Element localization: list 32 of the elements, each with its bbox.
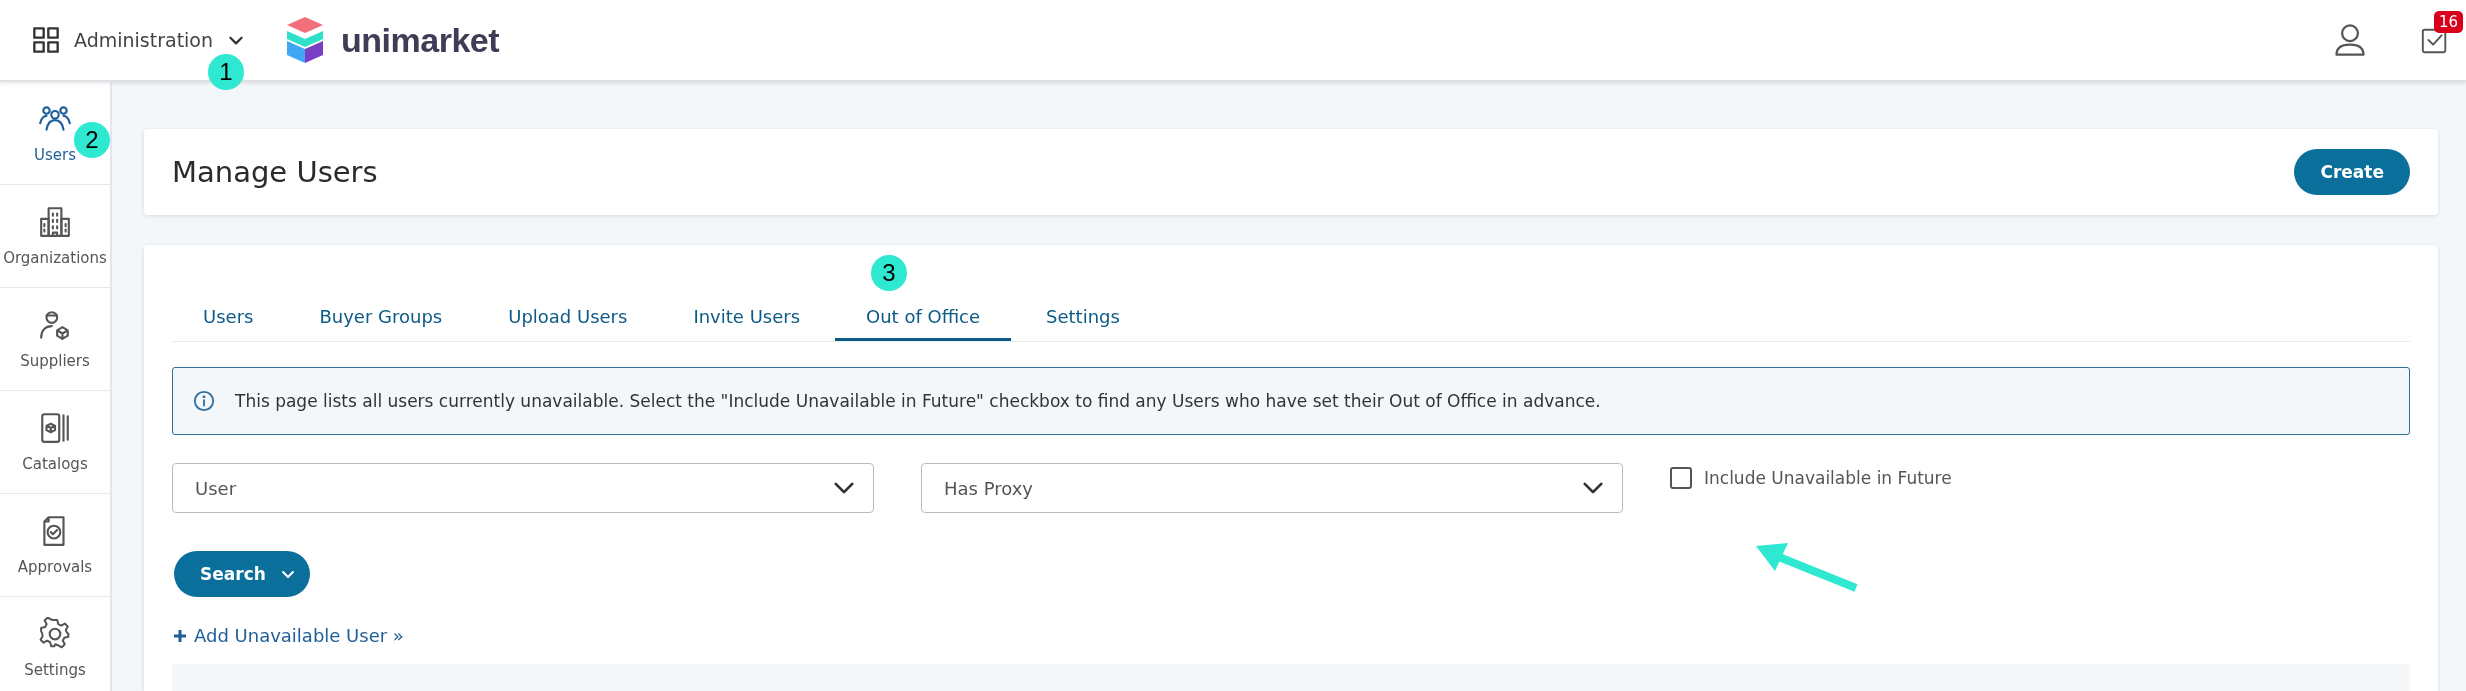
person-box-icon [38, 308, 72, 342]
app-menu[interactable]: Administration [32, 26, 246, 54]
brand-name: unimarket [341, 20, 500, 60]
sidebar-item[interactable]: Approvals [0, 494, 110, 597]
tab[interactable]: Upload Users [477, 297, 659, 341]
tab[interactable]: Users [172, 297, 285, 341]
settings-icon [38, 617, 72, 651]
sidebar-item[interactable]: Settings [0, 597, 110, 691]
plus-icon [172, 627, 188, 644]
tab[interactable]: Invite Users [662, 297, 832, 341]
cube-logo-icon [285, 17, 326, 63]
dropdown-field[interactable]: User [172, 463, 874, 513]
notification-badge: 16 [2434, 11, 2464, 33]
sidebar-item[interactable]: Organizations [0, 185, 110, 288]
info-icon [193, 390, 215, 412]
add-user-link[interactable]: Add Unavailable User » [172, 625, 404, 646]
sidebar-item[interactable]: Catalogs [0, 391, 110, 494]
tab[interactable]: Buyer Groups [288, 297, 474, 341]
building-icon [38, 205, 72, 239]
page-title: Manage Users [172, 155, 378, 189]
create-button[interactable]: Create [2294, 149, 2410, 195]
sidebar-item[interactable]: Suppliers [0, 288, 110, 391]
info-text: This page lists all users currently unavailable. Select the "Include Unavailable in Future" checkbox to find any Users who have set their Out of Office in advance. [235, 391, 1601, 411]
tab[interactable]: Settings [1015, 297, 1151, 341]
checkbox-label: Include Unavailable in Future [1704, 468, 1952, 488]
checkbox[interactable] [1670, 467, 1692, 489]
grid-icon [32, 26, 60, 54]
dropdown-field[interactable]: Has Proxy [921, 463, 1623, 513]
user-profile-icon[interactable] [2332, 22, 2368, 58]
search-button[interactable]: Search [174, 551, 310, 597]
tab[interactable]: Out of Office [835, 297, 1011, 341]
catalog-icon [38, 411, 72, 445]
